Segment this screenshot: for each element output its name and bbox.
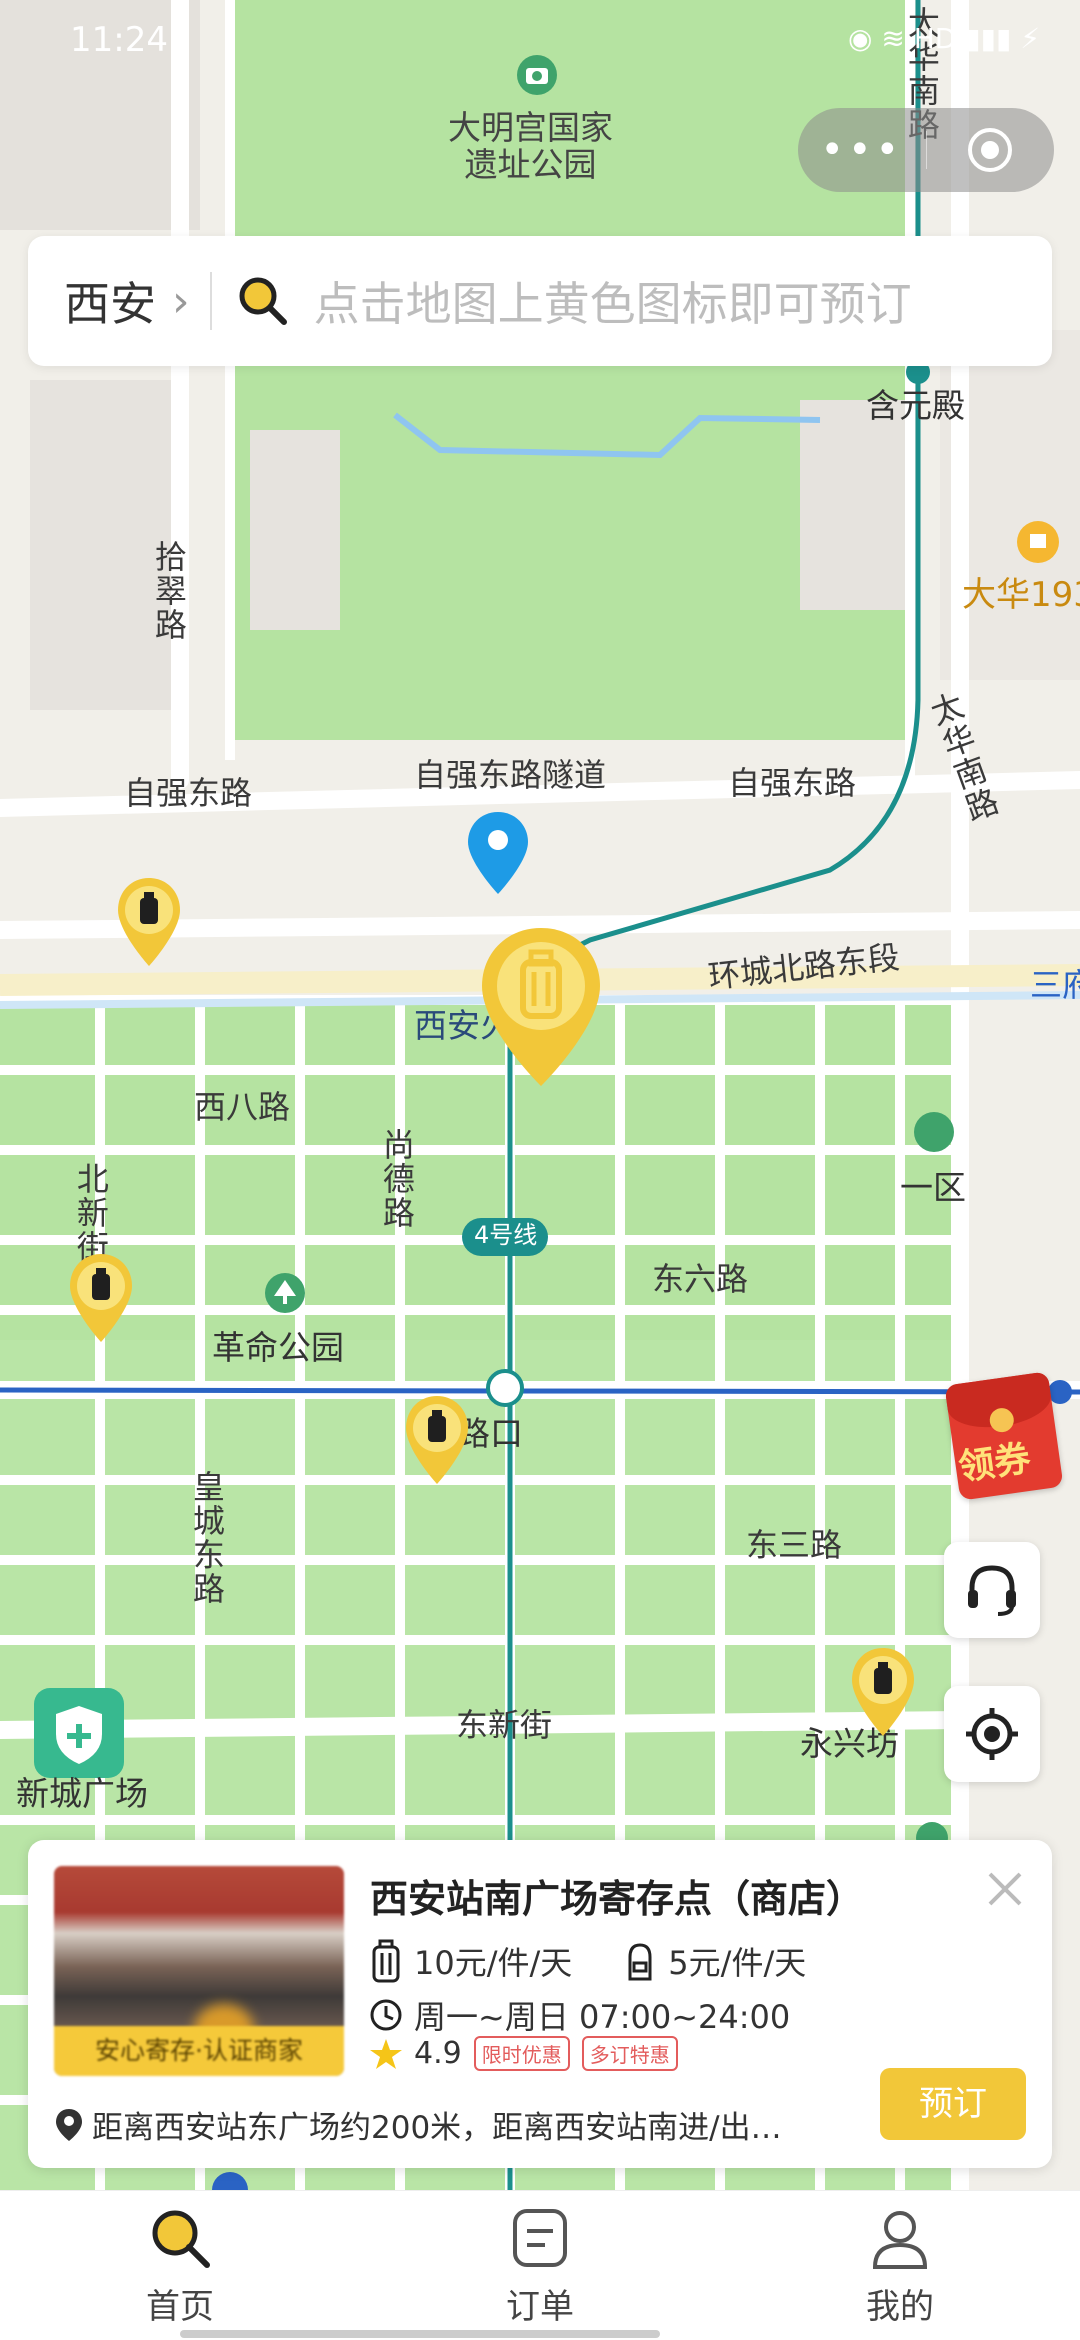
tab-profile-label: 我的 [866,2287,934,2327]
price-row: 10元/件/天 5元/件/天 [368,1938,806,1984]
coupon-button[interactable]: 领券 [944,1370,1080,1501]
chevron-right-icon: › [172,275,190,327]
hours-row: 周一~周日 07:00~24:00 [368,1992,790,2038]
map-label-palace: 大明宫国家 遗址公园 [448,108,613,184]
luggage-marker-icon[interactable] [68,1252,134,1344]
promo-tag-multi: 多订特惠 [581,2036,678,2071]
price-bag: 5元/件/天 [668,1944,807,1982]
map-label-ziqiang-right: 自强东路 [728,764,857,802]
map-label-beixin: 北新街 [71,1162,110,1264]
status-icons: ◉ ≋ HD ▮▮▮ ⚡ [848,22,1040,55]
shop-photo: 安心寄存·认证商家 [54,1866,344,2076]
locate-me-button[interactable] [944,1686,1040,1782]
map-label-hanyuan: 含元殿 [866,386,965,425]
search-icon [239,277,287,325]
order-icon [513,2209,567,2267]
shop-address: 距离西安站东广场约200米，距离西安站南进/出… [92,2110,782,2146]
map-label-dongsan: 东三路 [746,1526,843,1564]
map-pin-icon [56,2108,82,2141]
headset-icon [968,1565,1016,1616]
location-pin-icon [468,812,528,894]
rating-row: 4.9 限时优惠 多订特惠 [368,2036,678,2071]
price-luggage: 10元/件/天 [414,1944,573,1982]
target-circle-icon [968,128,1013,172]
shield-poi-icon [34,1688,124,1778]
luggage-marker-icon[interactable] [404,1394,470,1486]
status-bar: 11:24 ◉ ≋ HD ▮▮▮ ⚡ [0,0,1080,84]
map-label-yiqu: 一区 [900,1168,966,1207]
search-input[interactable]: 点击地图上黄色图标即可预订 [314,268,912,334]
map-label-ziqiang-tunnel: 自强东路隧道 [414,756,607,794]
profile-icon [872,2211,928,2269]
customer-service-button[interactable] [944,1542,1040,1638]
map-label-ziqiang-left: 自强东路 [124,774,253,812]
more-menu-button[interactable]: ••• [798,108,926,192]
search-icon [152,2210,210,2268]
clock-icon [370,1999,402,2031]
map-label-sanfu: 三府 [1030,966,1080,1004]
tab-home[interactable]: 首页 [0,2191,360,2340]
map-label-xincheng: 新城广场 [16,1774,148,1813]
map-label-geming: 革命公园 [212,1328,344,1367]
map-label-dongxin: 东新街 [456,1706,553,1744]
miniapp-capsule: ••• [798,108,1054,192]
city-selector[interactable]: 西安 [64,268,156,334]
home-indicator [180,2330,660,2338]
certified-badge: 安心寄存·认证商家 [54,2026,344,2076]
address-row: 距离西安站东广场约200米，距离西安站南进/出… [54,2102,854,2147]
map-label-shicui: 拾翠路 [149,540,188,642]
close-miniapp-button[interactable] [927,126,1055,174]
building-poi-icon [1017,521,1059,563]
star-icon [370,2038,402,2069]
tab-orders-label: 订单 [506,2287,574,2327]
luggage-marker-icon[interactable] [116,876,182,968]
luggage-marker-selected-icon[interactable] [478,924,604,1090]
rating-value: 4.9 [414,2036,462,2071]
coupon-label: 领券 [955,1438,1034,1489]
backpack-icon [628,1943,652,1981]
map-label-huangcheng: 皇城东路 [187,1470,226,1606]
search-bar[interactable]: 西安 › 点击地图上黄色图标即可预订 [28,236,1052,366]
suitcase-icon [372,1939,400,1983]
shop-card[interactable]: 安心寄存·认证商家 西安站南广场寄存点（商店） 10元/件/天 5元/件/天 周… [28,1840,1052,2168]
tab-home-label: 首页 [146,2287,214,2327]
shop-title: 西安站南广场寄存点（商店） [370,1877,865,1921]
book-button[interactable]: 预订 [880,2068,1026,2140]
map-label-xiba: 西八路 [194,1088,291,1126]
bottom-nav: 首页 订单 我的 [0,2190,1080,2340]
luggage-marker-icon[interactable] [850,1646,916,1738]
crosshair-icon [966,1708,1018,1760]
map-label-shangde: 尚德路 [377,1128,416,1230]
promo-tag-limited: 限时优惠 [473,2036,570,2071]
search-divider [209,272,212,330]
status-time: 11:24 [70,20,168,60]
tab-orders[interactable]: 订单 [360,2191,720,2340]
map-label-line4: 4号线 [474,1221,538,1249]
map-label-dongliu: 东六路 [652,1260,749,1298]
tree-poi-icon [265,1273,305,1313]
close-icon[interactable] [982,1866,1028,1912]
opening-hours: 周一~周日 07:00~24:00 [414,1998,791,2036]
map-label-dahua: 大华193 [962,575,1080,615]
tab-profile[interactable]: 我的 [720,2191,1080,2340]
